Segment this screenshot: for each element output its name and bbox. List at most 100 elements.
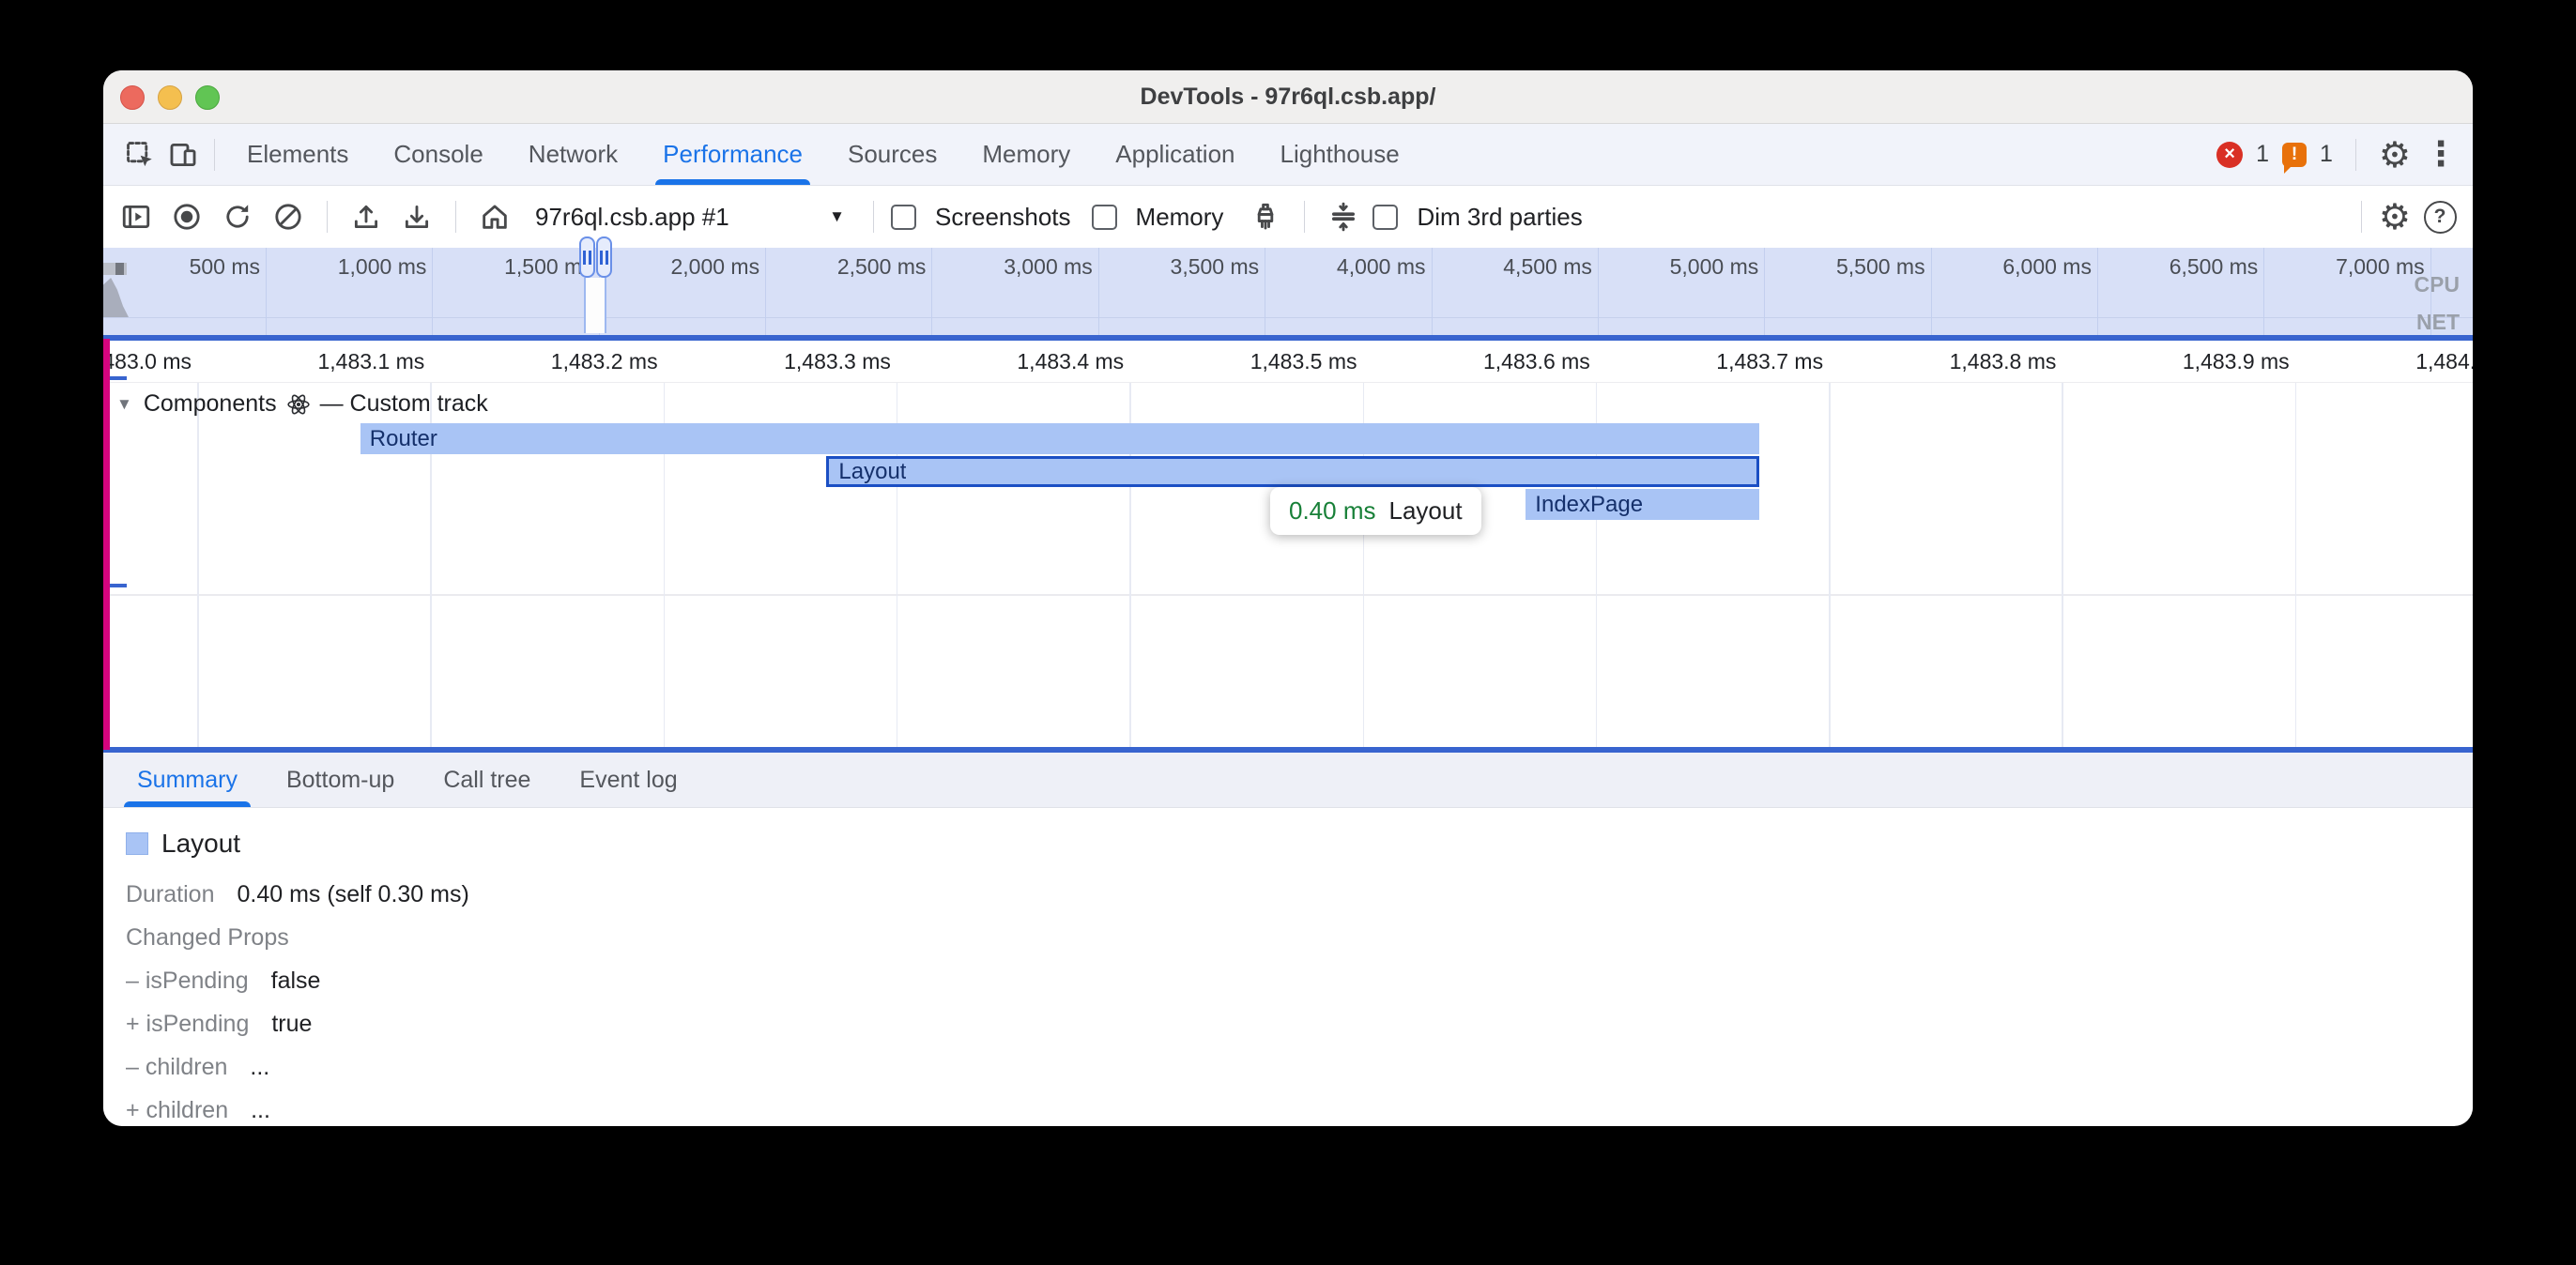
tooltip-duration: 0.40 ms <box>1289 496 1376 526</box>
record-icon[interactable] <box>165 195 208 238</box>
track-bottom-line <box>103 594 2473 596</box>
ruler-tick-label: 1,484.0 ms <box>2297 349 2473 374</box>
ruler-tick-label: 1,483.7 ms <box>1598 349 1823 374</box>
summary-row-label: – isPending <box>126 968 249 995</box>
overview-tick-label: 3,500 ms <box>1090 254 1259 280</box>
summary-row-value: true <box>271 1011 312 1038</box>
memory-checkbox[interactable] <box>1092 205 1117 230</box>
selection-handle-right[interactable] <box>596 236 612 278</box>
title-bar: DevTools - 97r6ql.csb.app/ <box>103 70 2473 124</box>
chevron-down-icon: ▼ <box>829 207 845 226</box>
dim-3rd-parties-label: Dim 3rd parties <box>1417 203 1582 232</box>
flame-gridline <box>2295 383 2297 747</box>
flame-chart[interactable]: ▼ Components — Custom track 0.40 ms Layo… <box>103 383 2473 747</box>
overview-tick-label: 6,000 ms <box>1923 254 2092 280</box>
summary-title: Layout <box>161 829 240 859</box>
overview-separator <box>103 317 2473 318</box>
tab-memory[interactable]: Memory <box>959 124 1093 185</box>
target-selector-dropdown[interactable]: 97r6ql.csb.app #1 ▼ <box>524 203 856 232</box>
tab-bottom-up[interactable]: Bottom-up <box>262 753 419 807</box>
error-count: 1 <box>2256 141 2269 168</box>
summary-row-label: – children <box>126 1054 227 1081</box>
ruler-tick-label: 1,483.9 ms <box>2064 349 2290 374</box>
detail-time-ruler: 1,483.0 ms 1,483.1 ms 1,483.2 ms 1,483.3 ms… <box>103 341 2473 383</box>
ruler-tick-label: 1,483.5 ms <box>1132 349 1357 374</box>
flame-bar-indexpage[interactable]: IndexPage <box>1526 489 1758 520</box>
settings-gear-icon[interactable]: ⚙ <box>2379 137 2411 173</box>
devtools-window: DevTools - 97r6ql.csb.app/ Elements Cons… <box>103 70 2473 1126</box>
flame-bar-router[interactable]: Router <box>360 423 1759 454</box>
overview-tick-label: 2,500 ms <box>757 254 926 280</box>
ruler-tick-label: 1,483.0 ms <box>103 349 192 374</box>
record-and-reload-icon[interactable] <box>216 195 259 238</box>
summary-row-value: 0.40 ms (self 0.30 ms) <box>238 881 469 908</box>
flame-gridline <box>2062 383 2063 747</box>
tab-call-tree[interactable]: Call tree <box>419 753 555 807</box>
download-profile-icon[interactable] <box>395 195 438 238</box>
tooltip-label: Layout <box>1389 496 1463 526</box>
ruler-tick-label: 1,483.8 ms <box>1831 349 2056 374</box>
ruler-tick-label: 1,483.1 ms <box>199 349 424 374</box>
garbage-collect-icon[interactable] <box>1244 195 1287 238</box>
overview-tick-label: 500 ms <box>103 254 260 280</box>
capture-settings-gear-icon[interactable]: ⚙ <box>2379 199 2411 235</box>
tab-application[interactable]: Application <box>1093 124 1257 185</box>
issues-badge-icon[interactable]: ! <box>2282 143 2307 167</box>
screenshots-checkbox[interactable] <box>891 205 916 230</box>
inspect-element-icon[interactable] <box>118 133 161 176</box>
overview-tick-label: 2,000 ms <box>590 254 759 280</box>
selection-window[interactable] <box>584 278 606 333</box>
track-suffix: — Custom track <box>320 390 488 418</box>
overview-tick-label: 4,000 ms <box>1257 254 1426 280</box>
traffic-lights <box>120 85 220 110</box>
minimize-window-button[interactable] <box>158 85 182 110</box>
help-icon[interactable]: ? <box>2418 195 2461 238</box>
ruler-tick-label: 1,483.6 ms <box>1365 349 1590 374</box>
left-edge-marker <box>103 339 110 750</box>
clear-icon[interactable] <box>267 195 310 238</box>
tab-network[interactable]: Network <box>506 124 640 185</box>
react-atom-icon <box>286 392 311 417</box>
tab-lighthouse[interactable]: Lighthouse <box>1258 124 1422 185</box>
net-lane-label: NET <box>2416 310 2460 335</box>
kebab-menu-icon[interactable]: ⋮ <box>2424 138 2458 172</box>
summary-row-value: ... <box>250 1054 269 1081</box>
overview-tick-label: 7,000 ms <box>2256 254 2425 280</box>
device-toolbar-icon[interactable] <box>161 133 205 176</box>
selection-handle-left[interactable] <box>579 236 595 278</box>
flame-bar-label: IndexPage <box>1526 492 1643 518</box>
flame-gridline <box>197 383 199 747</box>
collapse-tracks-icon[interactable] <box>1322 195 1365 238</box>
collapse-triangle-icon[interactable]: ▼ <box>116 395 132 414</box>
performance-toolbar: 97r6ql.csb.app #1 ▼ Screenshots Memory <box>103 186 2473 248</box>
toggle-sidebar-icon[interactable] <box>115 195 158 238</box>
home-live-metrics-icon[interactable] <box>473 195 516 238</box>
upload-profile-icon[interactable] <box>345 195 388 238</box>
divider <box>327 201 328 233</box>
overview-tick-label: 6,500 ms <box>2089 254 2258 280</box>
target-selector-value: 97r6ql.csb.app #1 <box>535 203 729 232</box>
divider <box>1304 201 1305 233</box>
maximize-window-button[interactable] <box>195 85 220 110</box>
flame-bar-layout[interactable]: Layout <box>826 456 1758 487</box>
ruler-tick-label: 1,483.4 ms <box>898 349 1124 374</box>
ruler-tick-label: 1,483.3 ms <box>666 349 891 374</box>
dim-3rd-parties-checkbox[interactable] <box>1372 205 1398 230</box>
timeline-overview[interactable]: CPU NET 500 ms1,000 ms1,500 ms2,000 ms2,… <box>103 248 2473 335</box>
ruler-tick-label: 1,483.2 ms <box>433 349 658 374</box>
tab-sources[interactable]: Sources <box>825 124 959 185</box>
tab-console[interactable]: Console <box>371 124 505 185</box>
summary-row-label: + isPending <box>126 1011 249 1038</box>
tab-summary[interactable]: Summary <box>113 753 262 807</box>
tab-elements[interactable]: Elements <box>224 124 371 185</box>
summary-row-value: false <box>271 968 321 995</box>
flame-tooltip: 0.40 ms Layout <box>1270 487 1481 535</box>
overview-tick-label: 3,000 ms <box>924 254 1093 280</box>
error-badge-icon[interactable]: × <box>2216 142 2243 168</box>
tab-performance[interactable]: Performance <box>640 124 825 185</box>
close-window-button[interactable] <box>120 85 145 110</box>
track-label: Components <box>144 390 277 418</box>
components-track-header[interactable]: ▼ Components — Custom track <box>116 390 488 418</box>
minimized-track-dash <box>110 376 127 380</box>
tab-event-log[interactable]: Event log <box>555 753 701 807</box>
